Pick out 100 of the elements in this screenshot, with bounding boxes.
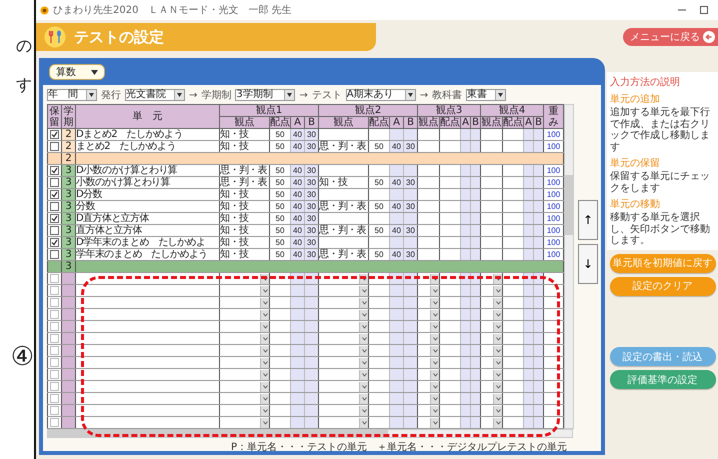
dropdown-button[interactable]: [359, 418, 368, 428]
dropdown-button[interactable]: [493, 394, 502, 404]
dropdown-button[interactable]: [493, 406, 502, 416]
table-cell: D分数: [76, 188, 220, 200]
caret-down-icon: [287, 93, 292, 97]
dropdown-button[interactable]: [430, 298, 439, 308]
dropdown-button[interactable]: [430, 334, 439, 344]
dropdown-button[interactable]: [260, 322, 269, 332]
select-field[interactable]: 3学期制: [235, 89, 296, 101]
chevron-down-icon: [496, 324, 500, 328]
checkbox[interactable]: [50, 274, 59, 283]
chevron-down-icon: [432, 372, 438, 376]
checkbox[interactable]: [50, 346, 59, 355]
checkbox[interactable]: [50, 130, 59, 139]
select-field[interactable]: 東書: [466, 89, 506, 101]
select-field[interactable]: 光文書院: [125, 89, 185, 101]
checkbox[interactable]: [50, 286, 59, 295]
dropdown-button[interactable]: [260, 310, 269, 320]
checkbox[interactable]: [50, 226, 59, 235]
checkbox[interactable]: [50, 370, 59, 379]
dropdown-button[interactable]: [430, 370, 439, 380]
vertical-scrollbar[interactable]: [564, 104, 574, 429]
subject-select[interactable]: 算数: [49, 64, 105, 80]
dropdown-button[interactable]: [260, 394, 269, 404]
dropdown-button[interactable]: [430, 394, 439, 404]
dropdown-button[interactable]: [260, 370, 269, 380]
dropdown-button[interactable]: [359, 370, 368, 380]
checkbox[interactable]: [50, 310, 59, 319]
chevron-down-icon: [432, 312, 438, 316]
dropdown-button[interactable]: [359, 310, 368, 320]
dropdown-button[interactable]: [359, 322, 368, 332]
move-button[interactable]: ↓: [578, 244, 598, 284]
checkbox[interactable]: [50, 190, 59, 199]
move-button[interactable]: ↑: [578, 200, 598, 240]
checkbox[interactable]: [50, 418, 59, 427]
table-cell: 思・判・表: [318, 200, 368, 212]
checkbox[interactable]: [50, 298, 59, 307]
dropdown-button[interactable]: [493, 346, 502, 356]
dropdown-button[interactable]: [493, 334, 502, 344]
checkbox[interactable]: [50, 166, 59, 175]
dropdown-button[interactable]: [493, 418, 502, 428]
dropdown-button[interactable]: [430, 418, 439, 428]
chevron-down-icon: [362, 420, 366, 424]
dropdown-button[interactable]: [493, 322, 502, 332]
dropdown-button[interactable]: [430, 382, 439, 392]
dropdown-button[interactable]: [260, 358, 269, 368]
dropdown-button[interactable]: [493, 370, 502, 380]
dropdown-button[interactable]: [359, 334, 368, 344]
margin-text: す: [16, 75, 33, 96]
dropdown-button[interactable]: [359, 382, 368, 392]
checkbox[interactable]: [50, 382, 59, 391]
checkbox[interactable]: [50, 214, 59, 223]
checkbox[interactable]: [50, 250, 59, 259]
filter-label: 発行: [101, 89, 121, 102]
dropdown-button[interactable]: [493, 382, 502, 392]
dropdown-button[interactable]: [359, 298, 368, 308]
dropdown-button[interactable]: [430, 358, 439, 368]
table-cell: 知・技: [220, 128, 270, 140]
dropdown-button[interactable]: [260, 334, 269, 344]
checkbox[interactable]: [50, 238, 59, 247]
table-cell: 学年末のまとめ たしかめよう: [76, 248, 220, 260]
checkbox[interactable]: [50, 202, 59, 211]
dropdown-button[interactable]: [260, 382, 269, 392]
checkbox[interactable]: [50, 334, 59, 343]
dropdown-button[interactable]: [359, 394, 368, 404]
dropdown-button[interactable]: [359, 286, 368, 296]
dropdown-button[interactable]: [430, 322, 439, 332]
dropdown-button[interactable]: [430, 406, 439, 416]
dropdown-button[interactable]: [260, 406, 269, 416]
table-cell: 思・判・表: [220, 164, 270, 176]
checkbox[interactable]: [50, 394, 59, 403]
dropdown-button[interactable]: [430, 310, 439, 320]
dropdown-button[interactable]: [359, 346, 368, 356]
chevron-down-icon: [496, 408, 500, 412]
dropdown-button[interactable]: [359, 358, 368, 368]
checkbox[interactable]: [50, 178, 59, 187]
chevron-down-icon: [262, 408, 268, 412]
dropdown-button[interactable]: [260, 418, 269, 428]
select-field[interactable]: A期末あり: [346, 89, 416, 101]
chevron-down-icon: [262, 300, 268, 304]
dropdown-button[interactable]: [260, 346, 269, 356]
dropdown-button[interactable]: [493, 286, 502, 296]
checkbox[interactable]: [50, 358, 59, 367]
dropdown-button[interactable]: [359, 406, 368, 416]
dropdown-button[interactable]: [493, 358, 502, 368]
select-field[interactable]: 年 間: [47, 89, 97, 101]
chevron-down-icon: [432, 276, 438, 280]
dropdown-button[interactable]: [493, 298, 502, 308]
checkbox[interactable]: [50, 142, 59, 151]
dropdown-button[interactable]: [430, 286, 439, 296]
column-header: 観点1: [220, 104, 318, 116]
dropdown-button[interactable]: [260, 286, 269, 296]
dropdown-button[interactable]: [260, 298, 269, 308]
dropdown-button[interactable]: [430, 346, 439, 356]
checkbox[interactable]: [50, 322, 59, 331]
back-arrow-icon: [703, 31, 715, 43]
arrow-glyph: →: [299, 90, 308, 100]
checkbox[interactable]: [50, 406, 59, 415]
dropdown-button[interactable]: [493, 310, 502, 320]
maximize-icon[interactable]: [700, 6, 708, 14]
